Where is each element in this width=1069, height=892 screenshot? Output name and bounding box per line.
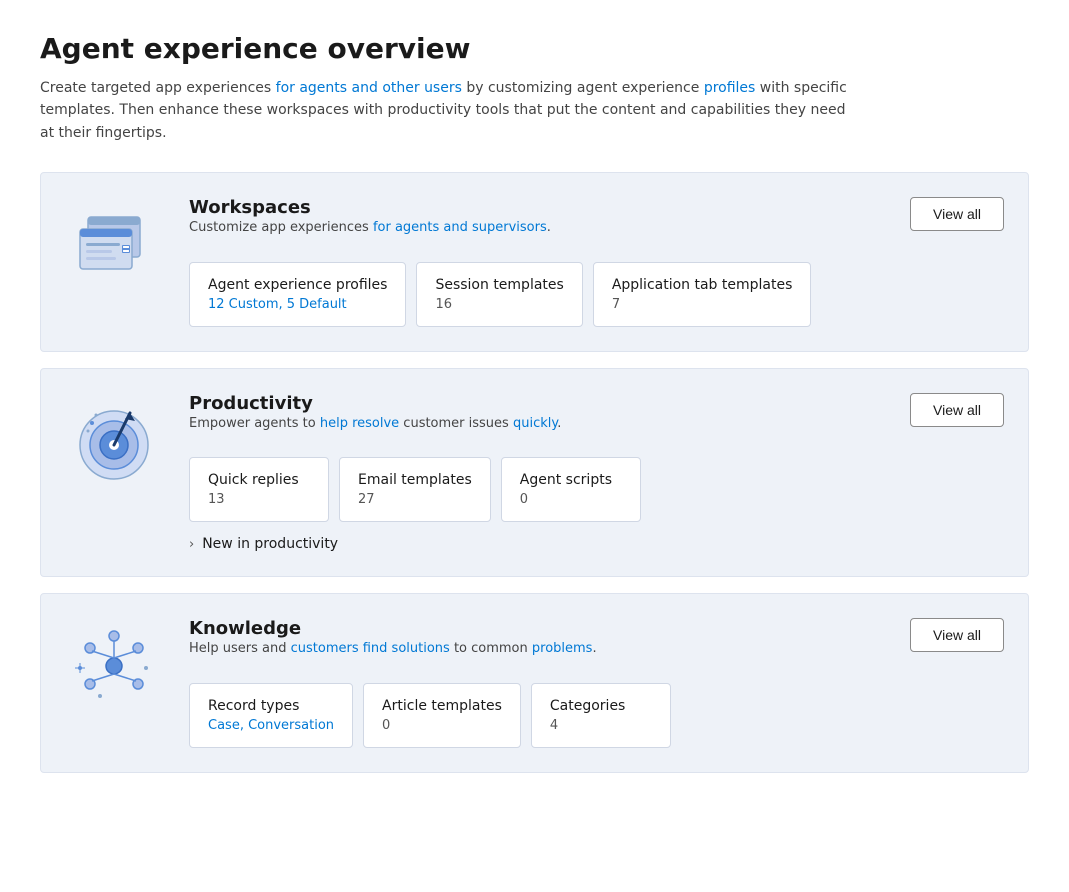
agent-scripts-card-value: 0 — [520, 492, 622, 507]
page-title: Agent experience overview — [40, 32, 1029, 65]
email-templates-card-value: 27 — [358, 492, 472, 507]
categories-card-value: 4 — [550, 718, 652, 733]
knowledge-desc-link2: problems — [532, 641, 593, 656]
record-types-card-value: Case, Conversation — [208, 718, 334, 733]
workspaces-header: Workspaces Customize app experiences for… — [189, 197, 1004, 256]
session-templates-card-title: Session templates — [435, 277, 563, 293]
knowledge-icon — [65, 618, 165, 708]
knowledge-view-all-button[interactable]: View all — [910, 618, 1004, 652]
agent-profiles-card[interactable]: Agent experience profiles 12 Custom, 5 D… — [189, 262, 406, 327]
knowledge-cards-row: Record types Case, Conversation Article … — [189, 683, 1004, 748]
email-templates-card-title: Email templates — [358, 472, 472, 488]
article-templates-card-value: 0 — [382, 718, 502, 733]
knowledge-section: Knowledge Help users and customers find … — [40, 593, 1029, 773]
knowledge-desc-link1: customers find solutions — [291, 641, 450, 656]
knowledge-title-block: Knowledge Help users and customers find … — [189, 618, 597, 677]
workspaces-desc: Customize app experiences for agents and… — [189, 218, 551, 238]
productivity-title: Productivity — [189, 393, 561, 414]
article-templates-card-title: Article templates — [382, 698, 502, 714]
workspaces-title-block: Workspaces Customize app experiences for… — [189, 197, 551, 256]
workspaces-body: Workspaces Customize app experiences for… — [189, 197, 1004, 327]
agent-scripts-card[interactable]: Agent scripts 0 — [501, 457, 641, 522]
email-templates-card[interactable]: Email templates 27 — [339, 457, 491, 522]
subtitle-link-agents[interactable]: for agents and other users — [276, 80, 462, 96]
quick-replies-card[interactable]: Quick replies 13 — [189, 457, 329, 522]
productivity-desc: Empower agents to help resolve customer … — [189, 414, 561, 434]
workspaces-section: Workspaces Customize app experiences for… — [40, 172, 1029, 352]
categories-card[interactable]: Categories 4 — [531, 683, 671, 748]
workspaces-title: Workspaces — [189, 197, 551, 218]
page-container: Agent experience overview Create targete… — [0, 0, 1069, 892]
app-tab-templates-card[interactable]: Application tab templates 7 — [593, 262, 812, 327]
productivity-title-block: Productivity Empower agents to help reso… — [189, 393, 561, 452]
categories-card-title: Categories — [550, 698, 652, 714]
knowledge-desc: Help users and customers find solutions … — [189, 639, 597, 659]
session-templates-card[interactable]: Session templates 16 — [416, 262, 582, 327]
quick-replies-card-value: 13 — [208, 492, 310, 507]
productivity-body: Productivity Empower agents to help reso… — [189, 393, 1004, 553]
record-types-card[interactable]: Record types Case, Conversation — [189, 683, 353, 748]
session-templates-card-value: 16 — [435, 297, 563, 312]
app-tab-templates-card-value: 7 — [612, 297, 793, 312]
agent-profiles-card-title: Agent experience profiles — [208, 277, 387, 293]
chevron-right-icon: › — [189, 537, 194, 552]
article-templates-card[interactable]: Article templates 0 — [363, 683, 521, 748]
page-subtitle: Create targeted app experiences for agen… — [40, 77, 860, 144]
agent-scripts-card-title: Agent scripts — [520, 472, 622, 488]
record-types-card-title: Record types — [208, 698, 334, 714]
productivity-desc-link1: help resolve — [320, 416, 399, 431]
productivity-icon — [65, 393, 165, 483]
productivity-section: Productivity Empower agents to help reso… — [40, 368, 1029, 578]
productivity-view-all-button[interactable]: View all — [910, 393, 1004, 427]
workspaces-cards-row: Agent experience profiles 12 Custom, 5 D… — [189, 262, 1004, 327]
new-in-productivity-row[interactable]: › New in productivity — [189, 536, 1004, 552]
knowledge-title: Knowledge — [189, 618, 597, 639]
knowledge-body: Knowledge Help users and customers find … — [189, 618, 1004, 748]
workspaces-icon — [65, 197, 165, 287]
productivity-desc-link2: quickly — [513, 416, 557, 431]
knowledge-header: Knowledge Help users and customers find … — [189, 618, 1004, 677]
agent-profiles-card-value: 12 Custom, 5 Default — [208, 297, 387, 312]
productivity-header: Productivity Empower agents to help reso… — [189, 393, 1004, 452]
new-in-productivity-label: New in productivity — [202, 536, 338, 552]
workspaces-view-all-button[interactable]: View all — [910, 197, 1004, 231]
productivity-cards-row: Quick replies 13 Email templates 27 Agen… — [189, 457, 1004, 522]
quick-replies-card-title: Quick replies — [208, 472, 310, 488]
workspaces-desc-link: for agents and supervisors — [373, 220, 547, 235]
app-tab-templates-card-title: Application tab templates — [612, 277, 793, 293]
subtitle-link-profiles[interactable]: profiles — [704, 80, 756, 96]
